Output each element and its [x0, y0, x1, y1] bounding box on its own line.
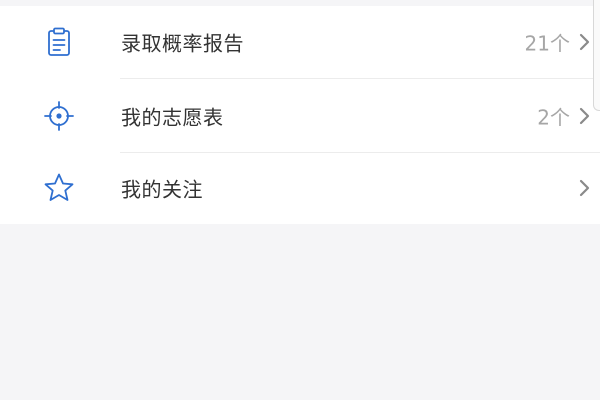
menu-item-label: 我的关注 [121, 177, 203, 202]
menu-item-count: 2个 [537, 105, 570, 130]
clipboard-report-icon [42, 25, 76, 59]
chevron-right-icon [577, 106, 591, 126]
chevron-right-icon [577, 32, 591, 52]
menu-item-admission-probability-report[interactable]: 录取概率报告 21个 [0, 6, 600, 78]
target-crosshair-icon [42, 99, 76, 133]
star-icon [42, 171, 76, 205]
device-frame-edge [593, 0, 600, 111]
menu-item-label: 录取概率报告 [121, 31, 244, 56]
menu-item-count: 21个 [524, 31, 570, 56]
menu-item-label: 我的志愿表 [121, 105, 224, 130]
screen: 录取概率报告 21个 我的志愿表 2个 我的关注 [0, 0, 600, 400]
menu-item-my-application-list[interactable]: 我的志愿表 2个 [0, 80, 600, 152]
menu-item-my-follows[interactable]: 我的关注 [0, 152, 600, 224]
chevron-right-icon [577, 178, 591, 198]
menu-divider [120, 78, 600, 79]
